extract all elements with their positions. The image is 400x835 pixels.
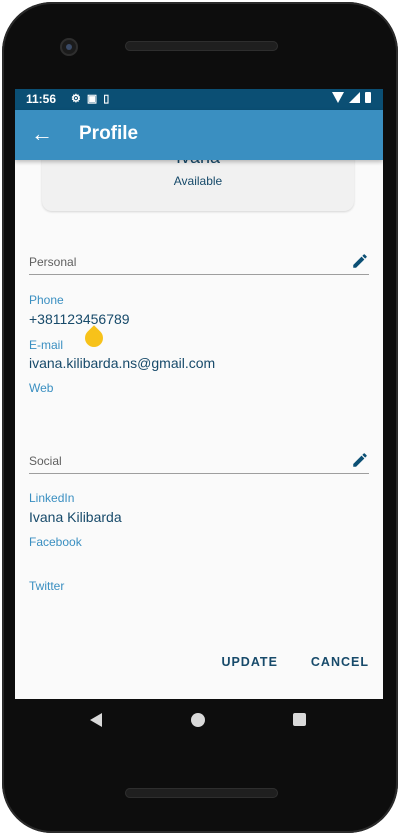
top-speaker — [125, 41, 278, 51]
screen: 11:56 ⚙ ▣ ▯ ← Profile Ivana Available Pe… — [15, 89, 383, 699]
bottom-speaker — [125, 788, 278, 798]
social-section-header: Social — [29, 451, 369, 474]
phone-label: Phone — [29, 293, 64, 307]
page-title: Profile — [79, 123, 139, 144]
nav-home-icon[interactable] — [191, 713, 205, 727]
app-bar: ← Profile — [15, 110, 383, 160]
signal-icon — [349, 92, 360, 103]
linkedin-label: LinkedIn — [29, 491, 75, 505]
vibrate-icon: ▯ — [103, 93, 110, 105]
battery-icon — [365, 92, 371, 103]
action-bar: UPDATE CANCEL — [221, 655, 369, 669]
personal-section-title: Personal — [29, 255, 77, 269]
notification-icon: ▣ — [86, 93, 98, 105]
personal-section-header: Personal — [29, 252, 369, 275]
edit-social-icon[interactable] — [351, 451, 369, 469]
linkedin-value[interactable]: Ivana Kilibarda — [29, 509, 122, 525]
email-label: E-mail — [29, 338, 64, 352]
phone-value[interactable]: +381123456789 — [29, 311, 130, 327]
status-bar: 11:56 ⚙ ▣ ▯ — [15, 89, 383, 110]
web-label: Web — [29, 381, 54, 395]
front-camera — [60, 38, 78, 56]
edit-personal-icon[interactable] — [351, 252, 369, 270]
facebook-label: Facebook — [29, 535, 82, 549]
cancel-button[interactable]: CANCEL — [311, 655, 369, 669]
system-nav-bar — [15, 699, 383, 749]
device-frame: 11:56 ⚙ ▣ ▯ ← Profile Ivana Available Pe… — [0, 0, 400, 835]
status-icons-right — [332, 92, 371, 103]
gear-icon: ⚙ — [71, 93, 81, 105]
twitter-label: Twitter — [29, 579, 65, 593]
touch-indicator — [81, 325, 107, 351]
wifi-icon — [332, 92, 344, 103]
social-section-title: Social — [29, 454, 62, 468]
profile-status: Available — [173, 174, 223, 188]
status-time: 11:56 — [26, 92, 57, 106]
arrow-left-icon[interactable]: ← — [29, 122, 55, 148]
email-value[interactable]: ivana.kilibarda.ns@gmail.com — [29, 355, 215, 371]
status-icons-left: ⚙ ▣ ▯ — [71, 92, 109, 105]
nav-recents-icon[interactable] — [293, 713, 306, 726]
update-button[interactable]: UPDATE — [221, 655, 277, 669]
nav-back-icon[interactable] — [90, 713, 102, 727]
